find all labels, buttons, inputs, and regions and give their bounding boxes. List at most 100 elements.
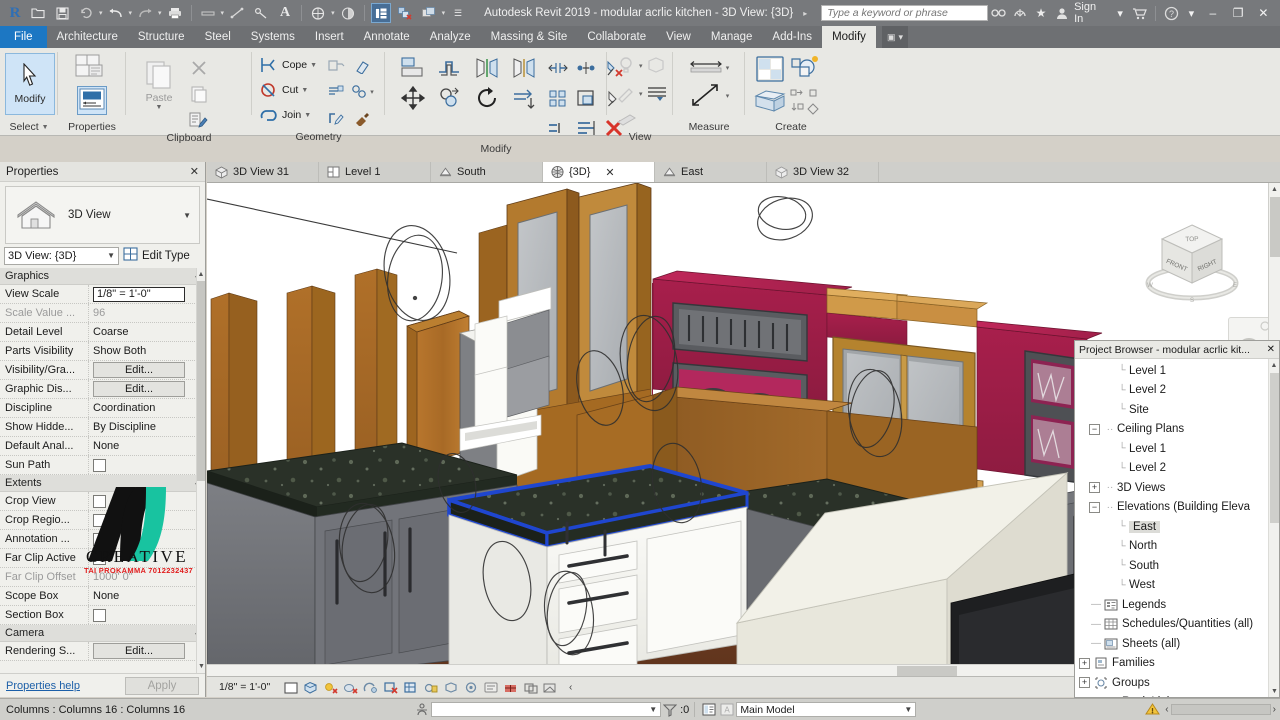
property-group-camera[interactable]: Camera « <box>0 625 205 642</box>
switch-windows-icon[interactable] <box>419 3 439 23</box>
filter-icon[interactable] <box>661 702 679 718</box>
copy-modify-button[interactable] <box>431 83 468 113</box>
status-worksets-combo[interactable]: Main Model ▼ <box>736 702 917 717</box>
property-value-cell[interactable] <box>88 456 205 474</box>
measure-icon[interactable] <box>198 3 218 23</box>
property-row-scope-box[interactable]: Scope Box None <box>0 587 205 606</box>
info-center-search[interactable] <box>821 5 988 21</box>
scroll-down-icon[interactable]: ▼ <box>1269 685 1279 697</box>
scale-button[interactable] <box>572 83 600 113</box>
create-part-icon[interactable] <box>789 86 805 101</box>
expand-arrow-icon[interactable]: ‹ <box>563 680 578 695</box>
property-row-sun-path[interactable]: Sun Path <box>0 456 205 475</box>
tree-node-ceiling-plans[interactable]: − ·· Ceiling Plans <box>1075 420 1279 440</box>
constraints-icon[interactable] <box>523 680 538 695</box>
property-value-cell[interactable] <box>88 530 205 548</box>
offset-button[interactable] <box>431 53 468 83</box>
visual-style-icon[interactable] <box>303 680 318 695</box>
rotate-button[interactable] <box>468 83 505 113</box>
property-row-visibility-graphics[interactable]: Visibility/Gra... Edit... <box>0 361 205 380</box>
ribbon-panel-toggle[interactable]: ▣ ▾ <box>881 26 908 48</box>
redo-icon[interactable] <box>135 3 155 23</box>
worksets-icon[interactable] <box>700 702 718 718</box>
prev-icon[interactable]: ‹ <box>1165 704 1168 715</box>
annotation-crop-checkbox[interactable] <box>93 532 106 546</box>
scroll-down-icon[interactable]: ▼ <box>197 660 205 673</box>
close-icon[interactable]: ✕ <box>1267 344 1275 355</box>
sync-with-central-icon[interactable] <box>76 3 96 23</box>
property-value[interactable]: None <box>88 437 205 455</box>
property-row-section-box[interactable]: Section Box <box>0 606 205 625</box>
close-button[interactable]: ✕ <box>1251 1 1276 25</box>
cut-profile-caret-icon[interactable]: ▾ <box>639 90 643 98</box>
split-with-gap-button[interactable] <box>544 113 572 143</box>
property-value-cell[interactable]: 1/8" = 1'-0" <box>88 285 205 303</box>
shadows-icon[interactable] <box>343 680 358 695</box>
property-row-rendering-settings[interactable]: Rendering S... Edit... <box>0 642 205 661</box>
edit-type-button[interactable]: Edit Type <box>123 247 190 264</box>
cut-button[interactable] <box>189 55 209 80</box>
property-value-cell[interactable] <box>88 492 205 510</box>
quick-access-toolbar[interactable]: R ▾ ▾ ▾ ▾ A ▾ ▾ ☰ <box>0 0 470 26</box>
temporary-view-properties-icon[interactable] <box>483 680 498 695</box>
property-value-cell[interactable]: Edit... <box>88 642 205 660</box>
view-tab-3d-view-31[interactable]: 3D View 31 <box>207 162 319 182</box>
type-properties-button[interactable] <box>74 53 110 84</box>
sign-in-caret-icon[interactable]: ▾ <box>1117 7 1123 20</box>
property-row-annotation-crop[interactable]: Annotation ... <box>0 530 205 549</box>
remove-hidden-lines-icon[interactable] <box>646 55 668 78</box>
favorites-star-icon[interactable]: ★ <box>1030 2 1051 24</box>
pick-material-button[interactable] <box>349 105 375 131</box>
paste-button[interactable]: Paste ▼ <box>133 53 185 111</box>
worksharing-display-icon[interactable] <box>543 680 558 695</box>
sun-path-icon[interactable] <box>323 680 338 695</box>
user-account-icon[interactable] <box>1052 2 1073 24</box>
tree-node-schedules[interactable]: — Schedules/Quantities (all) <box>1075 615 1279 635</box>
properties-palette-button[interactable] <box>77 86 107 115</box>
view-scale-label[interactable]: 1/8" = 1'-0" <box>219 681 270 693</box>
undo-dropdown-caret-icon[interactable]: ▾ <box>129 9 133 17</box>
crop-region-checkbox[interactable] <box>93 513 106 527</box>
create-similar-button[interactable] <box>754 53 786 85</box>
ribbon-tab-architecture[interactable]: Architecture <box>47 26 128 48</box>
open-icon[interactable] <box>28 3 48 23</box>
show-hidden-lines-icon[interactable] <box>616 55 636 78</box>
viewport-vscroll-thumb[interactable] <box>1270 197 1280 257</box>
switch-windows-caret-icon[interactable]: ▾ <box>442 9 446 17</box>
minimize-button[interactable]: – <box>1200 1 1225 25</box>
measure-between-two-references-icon[interactable] <box>689 60 723 77</box>
measure-caret-icon[interactable]: ▾ <box>726 64 730 72</box>
align-button[interactable] <box>394 53 431 83</box>
view-tab-level-1[interactable]: Level 1 <box>319 162 431 182</box>
close-icon[interactable]: ✕ <box>190 165 199 178</box>
tree-node-elevations[interactable]: − ·· Elevations (Building Eleva <box>1075 498 1279 518</box>
ribbon-tab-annotate[interactable]: Annotate <box>354 26 420 48</box>
ribbon-tab-analyze[interactable]: Analyze <box>420 26 481 48</box>
view-tab-3d-active[interactable]: {3D} ✕ <box>543 162 655 182</box>
tree-node-ceiling-level-1[interactable]: └ Level 1 <box>1075 439 1279 459</box>
property-group-extents[interactable]: Extents « <box>0 475 205 492</box>
scroll-up-icon[interactable]: ▲ <box>1269 359 1279 371</box>
properties-scrollbar-thumb[interactable] <box>197 281 205 481</box>
align-multi-button[interactable] <box>572 113 600 143</box>
scroll-up-icon[interactable]: ▲ <box>197 268 205 281</box>
sun-path-checkbox[interactable] <box>93 458 106 472</box>
property-value[interactable]: Coarse <box>88 323 205 341</box>
properties-help-link[interactable]: Properties help <box>6 680 80 692</box>
demolish-button[interactable] <box>349 53 375 79</box>
match-type-properties-button[interactable] <box>189 107 209 132</box>
ribbon-tab-collaborate[interactable]: Collaborate <box>577 26 656 48</box>
crop-view-checkbox[interactable] <box>93 494 106 508</box>
tree-node-south[interactable]: └ South <box>1075 556 1279 576</box>
project-browser-scroll-thumb[interactable] <box>1270 373 1279 523</box>
project-browser-scrollbar[interactable]: ▲ ▼ <box>1268 359 1279 697</box>
property-value[interactable]: By Discipline <box>88 418 205 436</box>
redo-dropdown-caret-icon[interactable]: ▾ <box>158 9 162 17</box>
print-icon[interactable] <box>165 3 185 23</box>
copy-button[interactable] <box>189 81 209 106</box>
tree-node-east[interactable]: └ East <box>1075 517 1279 537</box>
section-icon[interactable] <box>338 3 358 23</box>
split-element-button[interactable]: ▾ <box>349 79 375 105</box>
properties-scrollbar[interactable]: ▲ ▼ <box>196 268 205 673</box>
linework-icon[interactable] <box>616 111 638 130</box>
